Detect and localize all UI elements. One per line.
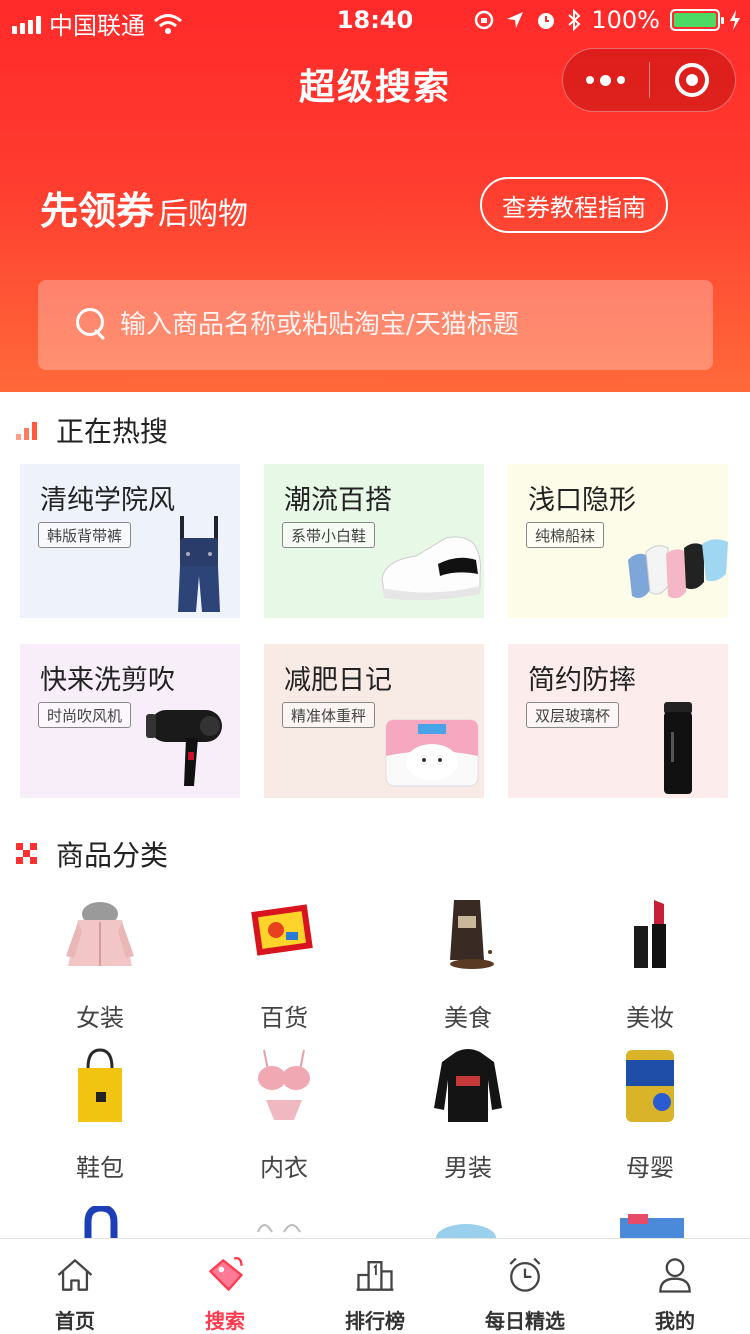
slogan-light: 后购物 [158,197,249,232]
hot-search-heading: 正在热搜 [16,410,168,450]
hoodie-icon [434,1049,502,1122]
socks-icon [628,539,728,599]
lipstick-icon [634,900,666,968]
hot-card[interactable]: 清纯学院风 韩版背带裤 [20,464,240,618]
category-label: 鞋包 [76,1154,124,1182]
battery-percent: 100% [591,6,660,34]
hot-card-title: 简约防摔 [528,665,636,696]
lingerie-icon [258,1049,310,1120]
sneaker-icon [381,536,481,601]
hot-card-tag: 韩版背带裤 [38,522,132,548]
rotation-lock-icon [475,10,494,30]
category-item-baby[interactable]: 母婴 [590,1046,710,1183]
hair-dryer-icon [146,710,222,786]
tote-bag-icon [78,1048,122,1122]
hot-card-title: 清纯学院风 [40,485,175,516]
bluetooth-icon [568,9,581,31]
coupon-guide-button[interactable]: 查券教程指南 [480,177,668,233]
search-box[interactable] [38,280,713,370]
home-icon [57,1259,93,1291]
category-item-lingerie[interactable]: 内衣 [224,1046,344,1183]
hot-card-tag: 双层玻璃杯 [526,702,620,728]
location-icon [507,12,524,28]
category-label: 百货 [260,1004,308,1032]
category-item-makeup[interactable]: 美妆 [590,896,710,1033]
tab-search[interactable]: 搜索 [150,1239,300,1334]
overalls-icon [178,516,220,612]
scale-icon [385,719,479,787]
tab-label: 我的 [655,1309,695,1333]
search-input[interactable] [120,310,680,340]
warmer-pad-icon [251,904,313,956]
target-icon [675,63,710,97]
clock-icon [509,1257,541,1292]
category-item-goods[interactable]: 百货 [224,896,344,1033]
search-page: 中国联通 18:40 100% 超级搜索 先领券 后购物 查券教程指南 输入商品… [0,0,750,1334]
close-program-button[interactable] [650,49,736,111]
formula-can-icon [626,1050,674,1122]
partial-category-icon [620,1214,684,1238]
more-dots-icon [586,74,626,86]
tab-label: 搜索 [205,1309,245,1333]
category-label: 美妆 [626,1004,674,1032]
hot-card[interactable]: 浅口隐形 纯棉船袜 [508,464,728,618]
hot-card-tag: 系带小白鞋 [282,522,376,548]
partial-category-icon [257,1224,301,1233]
hot-card-title: 浅口隐形 [528,485,636,516]
status-bar: 中国联通 18:40 100% [0,0,750,40]
partial-category-icon [436,1224,496,1238]
trending-bars-icon [16,420,38,440]
bottle-icon [664,702,692,794]
hot-card-title: 潮流百搭 [284,485,392,516]
mini-program-capsule [562,48,736,112]
more-button[interactable] [563,49,649,111]
alarm-icon [538,13,555,29]
hot-card[interactable]: 潮流百搭 系带小白鞋 [264,464,484,618]
hot-card-title: 快来洗剪吹 [40,665,175,696]
category-label: 内衣 [260,1154,308,1182]
price-tag-icon [209,1257,243,1291]
category-grid-icon [16,843,38,865]
hot-card-tag: 纯棉船袜 [526,522,605,548]
battery-icon [670,9,724,31]
tab-ranking[interactable]: 排行榜 [300,1239,450,1334]
category-label: 男装 [444,1154,492,1182]
charging-icon [730,10,740,30]
hot-card[interactable]: 减肥日记 精准体重秤 [264,644,484,798]
slogan: 先领券 后购物 [40,180,248,235]
tab-home[interactable]: 首页 [0,1239,150,1334]
category-item-menswear[interactable]: 男装 [408,1046,528,1183]
coat-icon [66,902,134,966]
tab-profile[interactable]: 我的 [600,1239,750,1334]
tab-label: 排行榜 [345,1309,405,1333]
category-item-food[interactable]: 美食 [408,896,528,1033]
search-icon [76,308,110,342]
hot-card[interactable]: 简约防摔 双层玻璃杯 [508,644,728,798]
tab-daily[interactable]: 每日精选 [450,1239,600,1334]
podium-icon [356,1261,394,1291]
tab-bar: 首页 搜索 排行榜 每日精选 我的 [0,1238,750,1334]
category-item-shoes-bags[interactable]: 鞋包 [40,1046,160,1183]
tab-label: 首页 [55,1309,95,1333]
hot-card-tag: 精准体重秤 [282,702,376,728]
user-icon [659,1258,691,1293]
category-label: 女装 [76,1004,124,1032]
category-heading: 商品分类 [16,834,168,874]
coffee-bag-icon [450,900,494,969]
hot-card-title: 减肥日记 [284,665,392,696]
hot-card-tag: 时尚吹风机 [38,702,132,728]
tab-label: 每日精选 [485,1309,565,1333]
category-label: 母婴 [626,1154,674,1182]
partial-category-icon [84,1206,118,1238]
category-label: 美食 [444,1004,492,1032]
category-item-women[interactable]: 女装 [40,896,160,1033]
hot-card[interactable]: 快来洗剪吹 时尚吹风机 [20,644,240,798]
slogan-strong: 先领券 [40,189,155,233]
